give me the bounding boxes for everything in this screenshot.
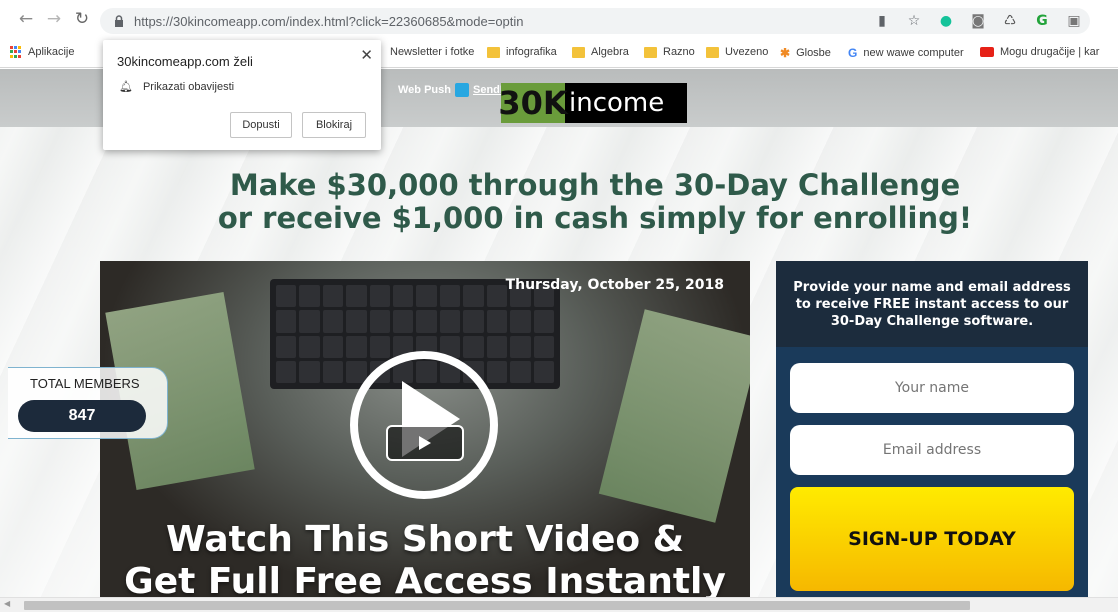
popup-title: 30kincomeapp.com želi [117, 54, 253, 69]
bookmark-label: new wawe computer [863, 47, 964, 59]
bookmark-newsletter[interactable]: Newsletter i fotke [390, 46, 474, 58]
folder-icon [706, 46, 719, 58]
headline-line-1: Make $30,000 through the 30-Day Challeng… [229, 168, 961, 202]
bell-icon: 🔔︎ [119, 80, 133, 93]
video-caption-line-1: Watch This Short Video & [165, 519, 685, 560]
google-icon: G [848, 46, 858, 60]
bookmark-label: Mogu drugačije | kar [1000, 46, 1100, 58]
address-bar[interactable]: https://30kincomeapp.com/index.html?clic… [100, 8, 1090, 34]
total-members-count: 847 [18, 400, 146, 432]
total-members-label: TOTAL MEMBERS [30, 376, 140, 391]
page-headline: Make $30,000 through the 30-Day Challeng… [0, 169, 1118, 235]
play-icon [419, 436, 431, 450]
bookmark-label: Newsletter i fotke [390, 46, 475, 58]
apps-grid-icon [10, 46, 22, 58]
popup-permission-row: 🔔︎ Prikazati obavijesti [119, 80, 234, 93]
scrollbar-thumb[interactable] [24, 601, 970, 610]
horizontal-scrollbar[interactable]: ◀ [0, 597, 1118, 612]
folder-icon [644, 46, 657, 58]
url-text[interactable]: https://30kincomeapp.com/index.html?clic… [134, 14, 524, 29]
camera-icon[interactable]: ◙ [962, 8, 994, 34]
bookmark-google[interactable]: G new wawe computer [848, 46, 964, 60]
bookmark-label: Razno [663, 46, 695, 58]
bookmark-youtube[interactable]: Mogu drugačije | kar [980, 46, 1099, 58]
back-arrow-icon[interactable]: ← [14, 7, 38, 31]
sendpulse-icon [454, 83, 469, 97]
video-date: Thursday, October 25, 2018 [505, 277, 724, 293]
glosbe-icon: ✱ [780, 46, 791, 60]
bookmark-label: infografika [506, 46, 557, 58]
reload-icon[interactable]: ↻ [70, 7, 94, 31]
bookmark-label: Glosbe [796, 47, 831, 59]
extension-square-icon[interactable]: ▣ [1058, 8, 1090, 34]
bookmark-apps[interactable]: Aplikacije [10, 46, 74, 58]
signup-form: Provide your name and email address to r… [776, 261, 1088, 597]
total-members-widget: TOTAL MEMBERS 847 [8, 367, 168, 439]
bookmark-uvezeno[interactable]: Uvezeno [706, 46, 768, 58]
bookmark-label: Uvezeno [725, 46, 769, 58]
popup-permission-text: Prikazati obavijesti [142, 80, 235, 93]
folder-icon [572, 46, 585, 58]
extension-g-icon[interactable]: G [1026, 8, 1058, 34]
grammarly-icon[interactable]: ● [930, 8, 962, 34]
form-intro: Provide your name and email address to r… [776, 261, 1088, 347]
site-logo: 30K income [498, 83, 687, 123]
name-input[interactable] [790, 363, 1074, 413]
lock-icon [112, 14, 126, 28]
bookmark-algebra[interactable]: Algebra [572, 46, 629, 58]
notification-blocked-icon[interactable]: ▮ [866, 8, 898, 34]
recycle-icon[interactable]: ♺ [994, 8, 1026, 34]
block-button[interactable]: Blokiraj [302, 112, 366, 138]
bookmark-razno[interactable]: Razno [644, 46, 695, 58]
folder-icon [487, 46, 500, 58]
youtube-play-button[interactable] [386, 425, 464, 461]
notification-permission-popup: 30kincomeapp.com želi ✕ 🔔︎ Prikazati oba… [103, 40, 381, 150]
logo-text: income [569, 88, 665, 118]
signup-button[interactable]: SIGN-UP TODAY [790, 487, 1074, 591]
bookmark-glosbe[interactable]: ✱ Glosbe [780, 46, 831, 60]
video-caption-line-2: Get Full Free Access Instantly [124, 561, 726, 597]
close-icon[interactable]: ✕ [360, 46, 373, 64]
scroll-left-arrow-icon[interactable]: ◀ [4, 599, 10, 608]
bookmark-infografika[interactable]: infografika [487, 46, 557, 58]
webpush-label: Web Push [398, 84, 451, 96]
email-input[interactable] [790, 425, 1074, 475]
video-caption: Watch This Short Video & Get Full Free A… [100, 519, 750, 597]
headline-line-2: or receive $1,000 in cash simply for enr… [217, 201, 973, 235]
logo-number: 30K [498, 83, 568, 123]
browser-toolbar: ← → ↻ https://30kincomeapp.com/index.htm… [0, 0, 1118, 38]
youtube-icon [980, 47, 994, 57]
money-bills-image [598, 309, 750, 523]
bookmark-label: Aplikacije [28, 46, 75, 58]
video-player[interactable]: Thursday, October 25, 2018 Watch This Sh… [100, 261, 750, 597]
allow-button[interactable]: Dopusti [230, 112, 292, 138]
forward-arrow-icon[interactable]: → [42, 7, 66, 31]
bookmark-star-icon[interactable]: ☆ [898, 8, 930, 34]
bookmark-label: Algebra [591, 46, 629, 58]
